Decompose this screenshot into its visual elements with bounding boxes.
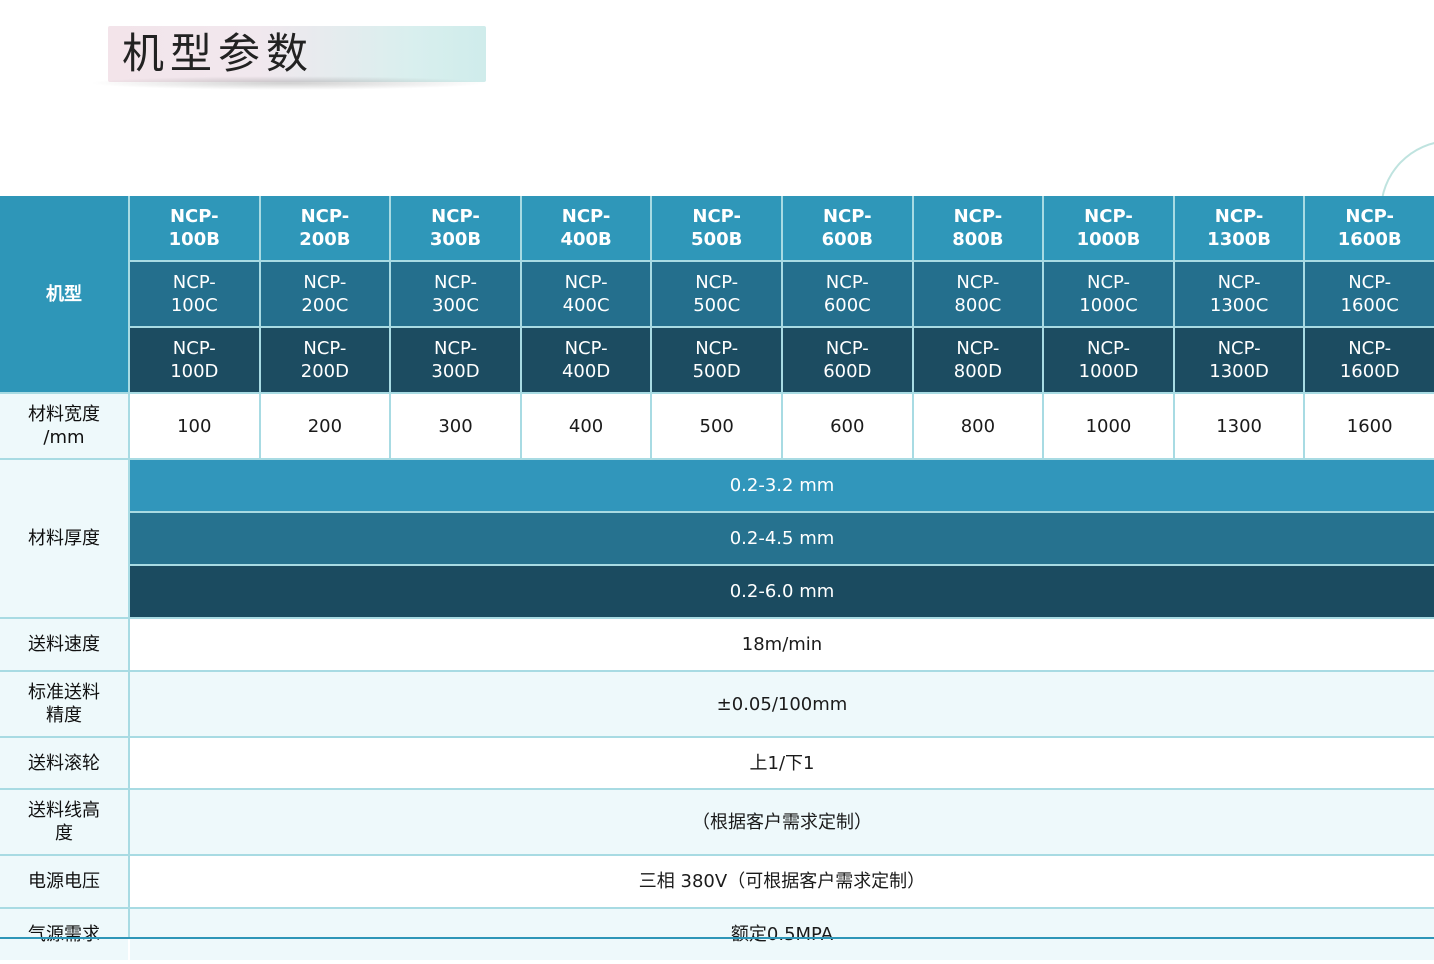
width-cell: 300: [391, 394, 520, 458]
model-b-cell: NCP- 1600B: [1305, 196, 1434, 260]
width-cell: 1600: [1305, 394, 1434, 458]
model-b-cell: NCP- 1000B: [1044, 196, 1173, 260]
thickness-d: 0.2-6.0 mm: [130, 566, 1434, 617]
voltage-value: 三相 380V（可根据客户需求定制）: [130, 856, 1434, 907]
model-c-cell: NCP- 800C: [913, 262, 1043, 326]
model-c-cell: NCP- 100C: [130, 262, 259, 326]
width-cell: 100: [130, 394, 259, 458]
width-cell: 800: [913, 394, 1043, 458]
model-b-cell: NCP- 500B: [652, 196, 781, 260]
label-voltage: 电源电压: [0, 856, 128, 907]
label-thickness: 材料厚度: [0, 460, 128, 617]
model-c-cell: NCP- 300C: [391, 262, 520, 326]
accuracy-value: ±0.05/100mm: [130, 672, 1434, 736]
label-line-height: 送料线高 度: [0, 790, 128, 854]
model-c-cell: NCP- 200C: [260, 262, 390, 326]
thickness-b: 0.2-3.2 mm: [130, 460, 1434, 511]
model-c-cell: NCP- 1600C: [1305, 262, 1434, 326]
model-b-cell: NCP- 200B: [260, 196, 390, 260]
label-accuracy: 标准送料 精度: [0, 672, 128, 736]
model-b-cell: NCP- 600B: [783, 196, 912, 260]
label-model: 机型: [0, 196, 128, 392]
width-cell: 600: [783, 394, 912, 458]
model-c-cell: NCP- 400C: [521, 262, 651, 326]
label-speed: 送料速度: [0, 619, 128, 670]
model-d-cell: NCP- 300D: [391, 328, 520, 392]
model-b-cell: NCP- 300B: [391, 196, 520, 260]
model-d-cell: NCP- 1000D: [1044, 328, 1173, 392]
model-c-cell: NCP- 600C: [783, 262, 912, 326]
model-d-cell: NCP- 1600D: [1305, 328, 1434, 392]
model-b-cell: NCP- 100B: [130, 196, 259, 260]
air-value: 额定0.5MPA: [130, 909, 1434, 960]
roller-value: 上1/下1: [130, 738, 1434, 788]
model-c-cell: NCP- 500C: [652, 262, 781, 326]
width-cell: 400: [521, 394, 651, 458]
title-banner: 机型参数: [88, 22, 488, 96]
line-height-value: （根据客户需求定制）: [130, 790, 1434, 854]
model-b-cell: NCP- 800B: [913, 196, 1043, 260]
speed-value: 18m/min: [130, 619, 1434, 670]
width-cell: 1000: [1044, 394, 1173, 458]
width-cell: 500: [652, 394, 781, 458]
spec-table: 机型 材料宽度 /mm 材料厚度 送料速度 标准送料 精度 送料滚轮 送料线高 …: [0, 196, 1434, 960]
label-roller: 送料滚轮: [0, 738, 128, 788]
model-d-cell: NCP- 200D: [260, 328, 390, 392]
table-bottom-border: [0, 937, 1434, 939]
model-c-cell: NCP- 1300C: [1174, 262, 1304, 326]
thickness-c: 0.2-4.5 mm: [130, 513, 1434, 564]
model-d-cell: NCP- 1300D: [1174, 328, 1304, 392]
model-c-cell: NCP- 1000C: [1044, 262, 1173, 326]
model-d-cell: NCP- 800D: [913, 328, 1043, 392]
width-cell: 200: [260, 394, 390, 458]
label-air: 气源需求: [0, 909, 128, 960]
page-title: 机型参数: [122, 29, 315, 78]
label-width: 材料宽度 /mm: [0, 394, 128, 458]
model-b-cell: NCP- 400B: [521, 196, 651, 260]
width-cell: 1300: [1174, 394, 1304, 458]
model-d-cell: NCP- 100D: [130, 328, 259, 392]
model-d-cell: NCP- 500D: [652, 328, 781, 392]
model-b-cell: NCP- 1300B: [1174, 196, 1304, 260]
model-d-cell: NCP- 600D: [783, 328, 912, 392]
model-d-cell: NCP- 400D: [521, 328, 651, 392]
